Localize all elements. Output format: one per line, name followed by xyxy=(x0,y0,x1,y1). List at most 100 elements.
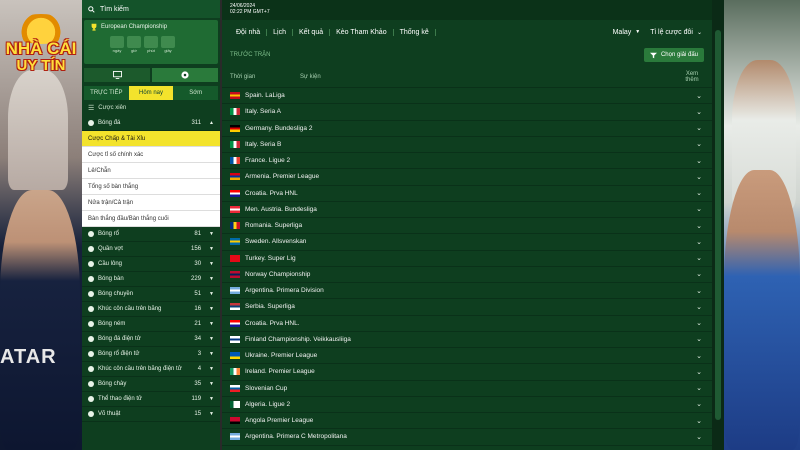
search-bar[interactable]: Tìm kiếm xyxy=(82,0,220,18)
chevron-down-icon[interactable]: ⌄ xyxy=(694,368,704,376)
league-row[interactable]: Algeria. Ligue 2 ⌄ xyxy=(222,397,712,413)
bet-type-item[interactable]: Lẻ/Chẵn xyxy=(82,163,220,179)
chevron-down-icon[interactable]: ⌄ xyxy=(694,400,704,408)
right-promo-image xyxy=(724,0,800,450)
chevron-down-icon[interactable]: ⌄ xyxy=(694,433,704,441)
nav-home-team[interactable]: Đội nhà xyxy=(230,28,268,36)
league-row[interactable]: Turkey. Super Lig ⌄ xyxy=(222,251,712,267)
sidebar-item-sport[interactable]: Bóng chuyền 51 ▼ xyxy=(82,287,220,302)
sport-icon xyxy=(88,276,94,282)
odds-region-select[interactable]: Malay ▼ xyxy=(613,29,651,36)
sidebar-item-football[interactable]: Bóng đá 311 ▲ xyxy=(82,116,220,131)
bet-type-item[interactable]: Cược tỉ số chính xác xyxy=(82,147,220,163)
country-flag-icon xyxy=(230,189,240,197)
bet-type-item[interactable]: Tổng số bàn thắng xyxy=(82,179,220,195)
logo-line-1: NHÀ CÁI xyxy=(5,39,77,58)
league-row[interactable]: Norway Championship ⌄ xyxy=(222,267,712,283)
nav-results[interactable]: Kết quả xyxy=(293,28,331,36)
chevron-down-icon[interactable]: ⌄ xyxy=(694,319,704,327)
chevron-down-icon: ▼ xyxy=(209,381,214,387)
chevron-down-icon[interactable]: ⌄ xyxy=(694,254,704,262)
sport-icon xyxy=(88,231,94,237)
sports-view-toggle[interactable] xyxy=(152,68,218,82)
league-row[interactable]: Slovenian Cup ⌄ xyxy=(222,381,712,397)
scrollbar-thumb[interactable] xyxy=(715,30,721,420)
country-flag-icon xyxy=(230,238,240,246)
sidebar-item-sport[interactable]: Võ thuật 15 ▼ xyxy=(82,407,220,422)
chevron-down-icon[interactable]: ⌄ xyxy=(694,173,704,181)
sidebar-item-sport[interactable]: Bóng đá điện tử 34 ▼ xyxy=(82,332,220,347)
chevron-down-icon[interactable]: ⌄ xyxy=(694,157,704,165)
sidebar-item-sport[interactable]: Quần vợt 156 ▼ xyxy=(82,242,220,257)
chevron-down-icon: ⌄ xyxy=(696,29,702,36)
chevron-down-icon[interactable]: ⌄ xyxy=(694,270,704,278)
tab-live[interactable]: TRỰC TIẾP xyxy=(84,86,129,100)
league-name: Serbia. Superliga xyxy=(245,303,295,311)
league-row[interactable]: Ukraine. Premier League ⌄ xyxy=(222,348,712,365)
chevron-down-icon[interactable]: ⌄ xyxy=(694,384,704,392)
league-row[interactable]: Finland Championship. Veikkausliiga ⌄ xyxy=(222,332,712,348)
league-row[interactable]: Ireland. Premier League ⌄ xyxy=(222,364,712,381)
screen-icon xyxy=(112,71,122,79)
sport-count: 4 xyxy=(197,366,202,372)
league-row[interactable]: Serbia. Superliga ⌄ xyxy=(222,299,712,316)
league-row[interactable]: Argentina. Primera Division ⌄ xyxy=(222,283,712,300)
chevron-down-icon[interactable]: ⌄ xyxy=(694,92,704,100)
parlay-header[interactable]: ☰ Cược xiên xyxy=(82,100,220,116)
sidebar-item-sport[interactable]: Bóng bàn 229 ▼ xyxy=(82,272,220,287)
odds-type-select[interactable]: Tỉ lệ cược đôi ⌄ xyxy=(650,29,712,36)
sidebar-item-sport[interactable]: Khúc côn cầu trên băng điện tử 4 ▼ xyxy=(82,362,220,377)
bet-type-item[interactable]: Bàn thắng đầu/Bàn thắng cuối xyxy=(82,211,220,227)
chevron-down-icon[interactable]: ⌄ xyxy=(694,189,704,197)
league-row[interactable]: Croatia. Prva HNL ⌄ xyxy=(222,186,712,202)
countdown: ngày giờ phút giây xyxy=(110,36,212,53)
sidebar-item-sport[interactable]: Bóng rổ 81 ▼ xyxy=(82,227,220,242)
sport-name: Thể thao điện tử xyxy=(98,396,143,402)
chevron-down-icon[interactable]: ⌄ xyxy=(694,108,704,116)
league-row[interactable]: Italy. Seria A ⌄ xyxy=(222,104,712,121)
choose-league-button[interactable]: Chọn giải đấu xyxy=(643,48,704,62)
promo-banner[interactable]: European Championship ngày giờ phút giây xyxy=(84,20,218,64)
chevron-down-icon[interactable]: ⌄ xyxy=(694,303,704,311)
chevron-down-icon: ▼ xyxy=(209,411,214,417)
league-row[interactable]: Armenia. Premier League ⌄ xyxy=(222,169,712,186)
league-row[interactable]: Angola Premier League ⌄ xyxy=(222,413,712,430)
page-scrollbar[interactable] xyxy=(712,0,724,450)
chevron-down-icon[interactable]: ⌄ xyxy=(694,352,704,360)
league-row[interactable]: Italy. Seria B ⌄ xyxy=(222,137,712,153)
league-row[interactable]: Argentina. Primera C Metropolitana ⌄ xyxy=(222,429,712,446)
chevron-down-icon[interactable]: ⌄ xyxy=(694,238,704,246)
chevron-down-icon[interactable]: ⌄ xyxy=(694,124,704,132)
league-row[interactable]: Croatia. Prva HNL. ⌄ xyxy=(222,316,712,332)
sidebar-item-sport[interactable]: Khúc côn cầu trên băng 16 ▼ xyxy=(82,302,220,317)
league-row[interactable]: Sweden. Allsvenskan ⌄ xyxy=(222,234,712,251)
league-row[interactable]: Spain. LaLiga ⌄ xyxy=(222,88,712,105)
nav-reference-odds[interactable]: Kèo Tham Khảo xyxy=(330,28,394,36)
league-name: Finland Championship. Veikkausliiga xyxy=(245,335,351,343)
nav-statistics[interactable]: Thống kê xyxy=(394,28,436,36)
nav-schedule[interactable]: Lịch xyxy=(267,28,293,36)
league-row[interactable]: Germany. Bundesliga 2 ⌄ xyxy=(222,121,712,137)
tab-today[interactable]: Hôm nay xyxy=(128,86,174,100)
league-name: France. Ligue 2 xyxy=(245,157,291,165)
league-row[interactable]: France. Ligue 2 ⌄ xyxy=(222,153,712,170)
list-view-toggle[interactable] xyxy=(84,68,150,82)
chevron-down-icon[interactable]: ⌄ xyxy=(694,335,704,343)
sidebar-item-sport[interactable]: Bóng ném 21 ▼ xyxy=(82,317,220,332)
chevron-down-icon[interactable]: ⌄ xyxy=(694,140,704,148)
country-flag-icon xyxy=(230,417,240,425)
chevron-down-icon[interactable]: ⌄ xyxy=(694,222,704,230)
bet-type-item[interactable]: Cược Chấp & Tài Xỉu xyxy=(82,131,220,147)
sidebar-item-sport[interactable]: Bóng rổ điện tử 3 ▼ xyxy=(82,347,220,362)
chevron-down-icon[interactable]: ⌄ xyxy=(694,417,704,425)
sidebar-item-sport[interactable]: Cầu lông 30 ▼ xyxy=(82,257,220,272)
sidebar-item-sport[interactable]: Thể thao điện tử 119 ▼ xyxy=(82,392,220,407)
chevron-down-icon[interactable]: ⌄ xyxy=(694,287,704,295)
sidebar-item-sport[interactable]: Bóng chày 35 ▼ xyxy=(82,377,220,392)
chevron-down-icon[interactable]: ⌄ xyxy=(694,205,704,213)
bet-type-item[interactable]: Nửa trận/Cả trận xyxy=(82,195,220,211)
tab-early[interactable]: Sớm xyxy=(173,86,219,100)
league-row[interactable]: Men. Austria. Bundesliga ⌄ xyxy=(222,202,712,218)
league-row[interactable]: Romania. Superliga ⌄ xyxy=(222,218,712,235)
sport-name: Khúc côn cầu trên băng xyxy=(98,306,162,312)
